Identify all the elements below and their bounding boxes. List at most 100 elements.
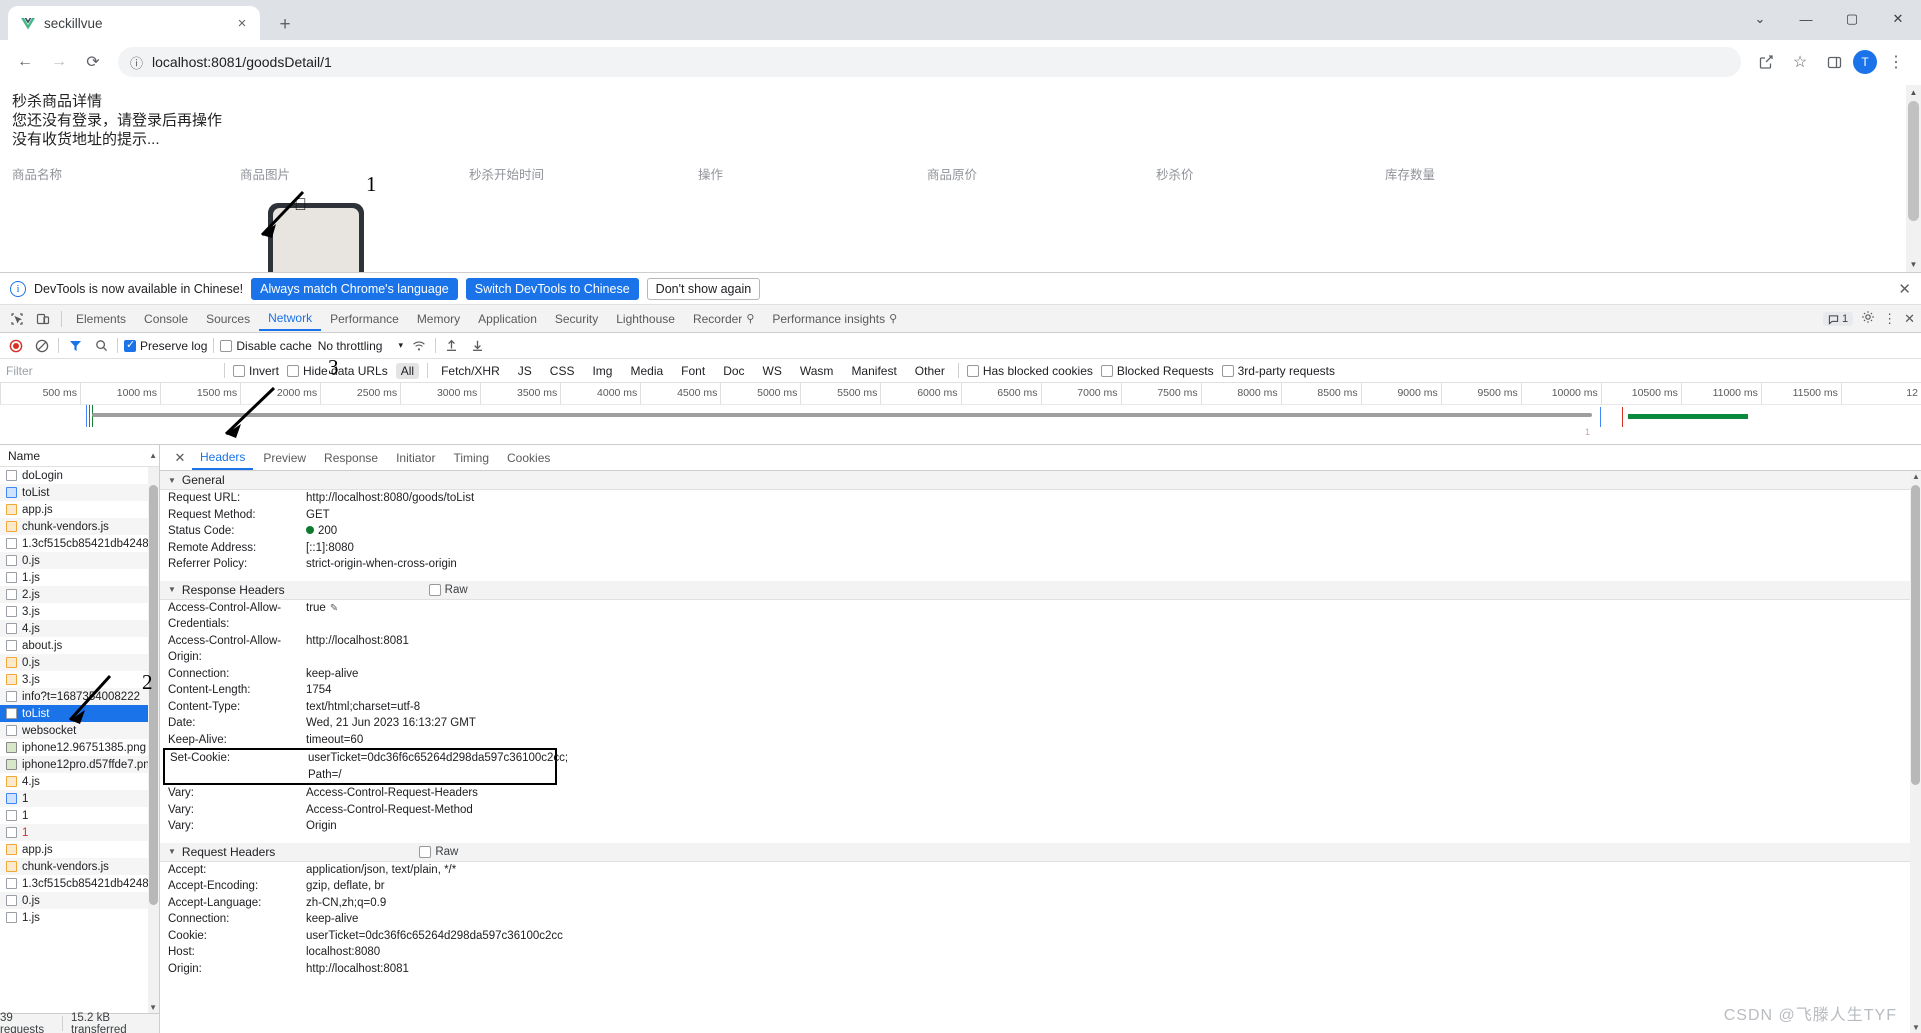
request-list-scroll[interactable]: doLogin toList app.js chunk-vendors.js 1.3cf… — [0, 467, 159, 1013]
third-party-requests-option[interactable]: 3rd-party requests — [1221, 364, 1335, 378]
share-icon[interactable] — [1751, 47, 1781, 77]
close-icon[interactable]: × — [232, 13, 252, 33]
type-filter-all[interactable]: All — [395, 362, 420, 379]
site-info-icon[interactable]: ⓘ — [130, 53, 143, 72]
raw-toggle[interactable]: Raw — [419, 845, 458, 858]
has-blocked-cookies-checkbox[interactable] — [966, 364, 979, 377]
raw-checkbox[interactable] — [419, 845, 432, 858]
maximize-icon[interactable]: ▢ — [1829, 0, 1875, 38]
more-menu-icon[interactable]: ⋮ — [1881, 47, 1911, 77]
headers-section-title[interactable]: ▼ General — [160, 471, 1921, 490]
type-filter-ws[interactable]: WS — [758, 363, 787, 379]
headers-section-title[interactable]: ▼ Response Headers Raw — [160, 580, 1921, 600]
wifi-icon[interactable] — [409, 336, 429, 356]
type-filter-js[interactable]: JS — [513, 363, 537, 379]
request-list-item[interactable]: toList — [0, 484, 159, 501]
request-list-item[interactable]: 1.js — [0, 909, 159, 926]
request-list-item[interactable]: websocket — [0, 722, 159, 739]
chevron-down-icon[interactable]: ▼ — [168, 585, 176, 594]
network-overview[interactable]: 500 ms 1000 ms 1500 ms 2000 ms 2500 ms 3000 m… — [0, 383, 1921, 445]
avatar[interactable]: T — [1853, 50, 1877, 74]
type-filter-font[interactable]: Font — [676, 363, 710, 379]
switch-to-chinese-button[interactable]: Switch DevTools to Chinese — [465, 277, 639, 300]
tab-performance-insights[interactable]: Performance insights ⚲ — [763, 308, 906, 330]
tab-memory[interactable]: Memory — [408, 308, 469, 330]
request-list-item[interactable]: 1.3cf515cb85421db42480.h... — [0, 535, 159, 552]
filter-icon[interactable] — [65, 336, 85, 356]
hide-data-urls-checkbox[interactable] — [287, 364, 300, 377]
gear-icon[interactable] — [1861, 310, 1875, 329]
preserve-log-option[interactable]: Preserve log — [124, 338, 207, 353]
request-list-item[interactable]: app.js — [0, 501, 159, 518]
disable-cache-checkbox[interactable] — [220, 339, 233, 352]
dont-show-again-button[interactable]: Don't show again — [646, 277, 761, 300]
type-filter-css[interactable]: CSS — [545, 363, 580, 379]
tab-application[interactable]: Application — [469, 308, 546, 330]
edit-pencil-icon[interactable]: ✎ — [330, 603, 338, 614]
banner-close-icon[interactable]: ✕ — [1898, 280, 1911, 298]
filter-input[interactable]: Filter — [6, 364, 216, 378]
request-list-item[interactable]: 1.3cf515cb85421db42480.h... — [0, 875, 159, 892]
request-list-item[interactable]: 0.js — [0, 892, 159, 909]
side-panel-icon[interactable] — [1819, 47, 1849, 77]
raw-checkbox[interactable] — [428, 583, 441, 596]
new-tab-button[interactable]: + — [268, 10, 302, 40]
address-bar[interactable]: ⓘ localhost:8081/goodsDetail/1 — [118, 47, 1741, 77]
chevron-down-icon[interactable]: ▼ — [168, 847, 176, 856]
type-filter-other[interactable]: Other — [910, 363, 950, 379]
export-har-icon[interactable] — [468, 336, 488, 356]
detail-tab-preview[interactable]: Preview — [255, 447, 314, 469]
blocked-requests-checkbox[interactable] — [1100, 364, 1113, 377]
throttling-select[interactable]: No throttling ▾ — [318, 339, 403, 353]
request-list-item[interactable]: 3.js — [0, 671, 159, 688]
request-list-item[interactable]: 2.js — [0, 586, 159, 603]
browser-tab[interactable]: seckillvue × — [8, 6, 260, 40]
inspect-element-icon[interactable] — [4, 307, 30, 331]
request-list-item[interactable]: app.js — [0, 841, 159, 858]
request-list-item[interactable]: 3.js — [0, 603, 159, 620]
page-scrollbar[interactable]: ▲ ▼ — [1906, 85, 1921, 272]
request-list-item[interactable]: iphone12pro.d57ffde7.png — [0, 756, 159, 773]
forward-icon[interactable]: → — [44, 47, 74, 77]
minimize-icon[interactable]: — — [1783, 0, 1829, 38]
request-list-item[interactable]: about.js — [0, 637, 159, 654]
bookmark-icon[interactable]: ☆ — [1785, 47, 1815, 77]
detail-close-icon[interactable]: ✕ — [170, 448, 190, 468]
devtools-close-icon[interactable]: ✕ — [1904, 311, 1915, 327]
window-close-icon[interactable]: ✕ — [1875, 0, 1921, 38]
type-filter-fetch-xhr[interactable]: Fetch/XHR — [436, 363, 505, 379]
type-filter-doc[interactable]: Doc — [718, 363, 749, 379]
tab-lighthouse[interactable]: Lighthouse — [607, 308, 684, 330]
headers-section-title[interactable]: ▼ Request Headers Raw — [160, 842, 1921, 862]
detail-scrollbar[interactable]: ▲ ▼ — [1910, 471, 1921, 1033]
scroll-up-icon[interactable]: ▲ — [1906, 85, 1921, 100]
request-list-item[interactable]: chunk-vendors.js — [0, 518, 159, 535]
detail-tab-timing[interactable]: Timing — [445, 447, 497, 469]
clear-icon[interactable] — [32, 336, 52, 356]
chevron-down-icon[interactable]: ▼ — [168, 476, 176, 485]
detail-tab-response[interactable]: Response — [316, 447, 386, 469]
tab-network[interactable]: Network — [259, 307, 322, 331]
request-list-item[interactable]: doLogin — [0, 467, 159, 484]
tab-performance[interactable]: Performance — [321, 308, 408, 330]
invert-checkbox[interactable] — [233, 364, 245, 377]
back-icon[interactable]: ← — [10, 47, 40, 77]
type-filter-manifest[interactable]: Manifest — [846, 363, 901, 379]
devtools-more-icon[interactable]: ⋮ — [1883, 311, 1896, 327]
record-icon[interactable] — [6, 336, 26, 356]
reload-icon[interactable]: ⟳ — [78, 47, 108, 77]
request-list-item[interactable]: 1.js — [0, 569, 159, 586]
third-party-checkbox[interactable] — [1221, 364, 1234, 377]
messages-badge[interactable]: 1 — [1822, 312, 1854, 326]
device-toolbar-icon[interactable] — [30, 307, 56, 331]
request-list-item[interactable]: 4.js — [0, 620, 159, 637]
detail-tab-cookies[interactable]: Cookies — [499, 447, 558, 469]
request-list-item[interactable]: 1 — [0, 807, 159, 824]
request-list-item[interactable]: 1 — [0, 824, 159, 841]
detail-tab-initiator[interactable]: Initiator — [388, 447, 443, 469]
request-list-item[interactable]: 0.js — [0, 552, 159, 569]
request-list-item[interactable]: info?t=1687354008222 — [0, 688, 159, 705]
scroll-up-icon[interactable]: ▲ — [149, 451, 157, 460]
request-list-scrollbar[interactable] — [148, 467, 159, 1013]
has-blocked-cookies-option[interactable]: Has blocked cookies — [966, 364, 1093, 378]
